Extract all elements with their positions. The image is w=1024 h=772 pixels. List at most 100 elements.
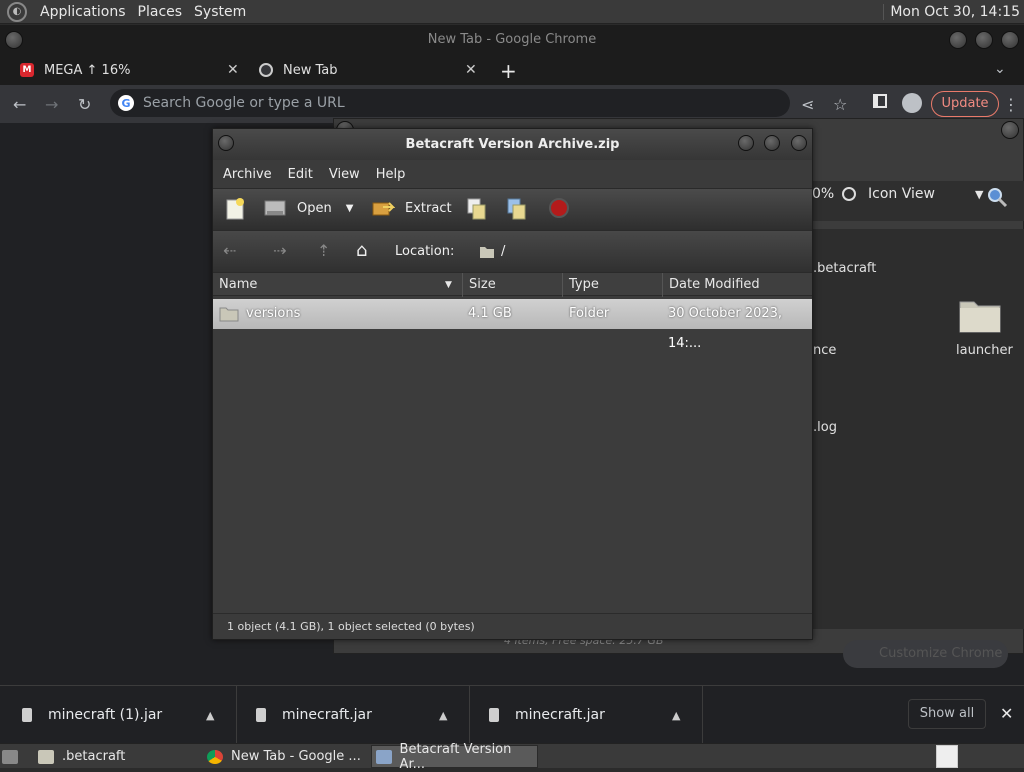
clock[interactable]: Mon Oct 30, 14:15 — [883, 4, 1020, 20]
column-date-modified[interactable]: Date Modified — [663, 273, 812, 297]
column-type[interactable]: Type — [563, 273, 663, 297]
window-menu-icon[interactable] — [5, 31, 23, 49]
download-shelf: minecraft (1).jar ▲ minecraft.jar ▲ mine… — [0, 685, 1024, 744]
open-button[interactable]: Open ▼ — [263, 197, 353, 219]
stop-button[interactable] — [548, 197, 570, 219]
close-tab-icon[interactable]: ✕ — [227, 62, 239, 78]
close-tab-icon[interactable]: ✕ — [465, 62, 477, 78]
omnibox[interactable]: G Search Google or type a URL — [110, 89, 790, 117]
tab-new-tab[interactable]: New Tab ✕ — [259, 55, 484, 85]
menu-system[interactable]: System — [188, 4, 252, 20]
menu-applications[interactable]: Applications — [34, 4, 132, 20]
bookmark-star-icon[interactable]: ☆ — [833, 95, 847, 114]
up-icon[interactable]: ⇡ — [317, 241, 330, 260]
reload-icon[interactable]: ↻ — [78, 95, 91, 114]
profile-avatar-icon[interactable] — [902, 93, 922, 113]
archive-titlebar: Betacraft Version Archive.zip — [213, 129, 812, 160]
new-archive-button[interactable] — [223, 197, 247, 221]
side-panel-icon[interactable] — [873, 94, 887, 108]
download-item[interactable]: minecraft.jar ▲ — [237, 686, 470, 744]
maximize-icon[interactable] — [764, 135, 780, 151]
download-item[interactable]: minecraft.jar ▲ — [470, 686, 703, 744]
open-archive-icon — [264, 200, 286, 216]
tab-search-chevron-icon[interactable]: ⌄ — [994, 61, 1006, 77]
chrome-tabstrip: M MEGA ↑ 16% ✕ New Tab ✕ + ⌄ — [0, 55, 1024, 85]
back-icon[interactable]: ⇠ — [223, 241, 236, 260]
tab-mega[interactable]: M MEGA ↑ 16% ✕ — [20, 55, 245, 85]
archive-toolbar: Open ▼ Extract — [213, 188, 812, 230]
stop-icon — [549, 198, 569, 218]
file-label-launcher[interactable]: launcher — [956, 343, 1013, 358]
taskbar-item-archive[interactable]: Betacraft Version Ar... — [371, 742, 538, 772]
chevron-up-icon[interactable]: ▲ — [672, 709, 680, 722]
file-type: Folder — [569, 306, 610, 321]
forward-icon[interactable]: ⇢ — [273, 241, 286, 260]
folder-icon[interactable] — [958, 296, 1002, 334]
new-tab-icon[interactable]: + — [500, 59, 517, 83]
download-item[interactable]: minecraft (1).jar ▲ — [0, 686, 237, 744]
file-icon — [256, 708, 266, 722]
tab-label: MEGA ↑ 16% — [44, 62, 131, 78]
folder-icon — [38, 749, 54, 764]
archive-location-bar: ⇠ ⇢ ⇡ ⌂ Location: / — [213, 230, 812, 272]
location-path[interactable]: / — [501, 244, 505, 259]
add-files-button[interactable] — [465, 197, 489, 221]
menu-help[interactable]: Help — [370, 167, 416, 182]
close-icon[interactable]: ✕ — [1000, 704, 1013, 723]
archive-menubar: Archive Edit View Help — [213, 160, 812, 188]
view-mode-label: Icon View — [868, 186, 935, 202]
open-dropdown-icon[interactable]: ▼ — [346, 203, 354, 214]
forward-icon[interactable]: → — [45, 95, 58, 114]
chrome-window-title: New Tab - Google Chrome — [427, 32, 597, 47]
chevron-up-icon[interactable]: ▲ — [206, 709, 214, 722]
taskbar-item-chrome[interactable]: New Tab - Google ... — [203, 745, 368, 768]
file-name: versions — [246, 306, 301, 321]
file-list[interactable]: versions 4.1 GB Folder 30 October 2023, … — [213, 299, 812, 613]
minimize-icon[interactable] — [738, 135, 754, 151]
add-folder-icon — [507, 198, 526, 220]
file-label-log[interactable]: .log — [813, 420, 837, 435]
dropdown-arrow-icon: ▼ — [974, 187, 984, 201]
archive-manager-window[interactable]: Betacraft Version Archive.zip Archive Ed… — [212, 128, 813, 640]
chrome-titlebar: New Tab - Google Chrome — [0, 25, 1024, 55]
workspace-switcher[interactable] — [936, 745, 958, 768]
share-icon[interactable]: ⋖ — [801, 95, 814, 114]
update-button[interactable]: Update — [931, 91, 999, 117]
maximize-icon[interactable] — [975, 31, 993, 49]
close-window-icon[interactable] — [1001, 121, 1019, 139]
show-all-button[interactable]: Show all — [908, 699, 986, 729]
table-row[interactable]: versions 4.1 GB Folder 30 October 2023, … — [213, 299, 812, 351]
close-window-icon[interactable] — [791, 135, 807, 151]
folder-icon — [480, 247, 494, 258]
add-folder-button[interactable] — [505, 197, 529, 221]
extract-button[interactable]: Extract — [371, 197, 452, 219]
sort-descending-icon: ▼ — [445, 280, 452, 290]
file-modified: 30 October 2023, 14:... — [668, 306, 783, 351]
archive-window-title: Betacraft Version Archive.zip — [405, 137, 620, 152]
menu-view[interactable]: View — [323, 167, 370, 182]
home-icon[interactable]: ⌂ — [356, 240, 367, 261]
download-filename: minecraft.jar — [515, 707, 605, 723]
search-icon[interactable] — [986, 186, 1008, 208]
view-mode-select[interactable]: 0% Icon View ▼ — [812, 186, 984, 202]
menu-archive[interactable]: Archive — [217, 167, 282, 182]
window-menu-icon[interactable] — [218, 135, 234, 151]
chrome-icon — [259, 63, 273, 77]
back-icon[interactable]: ← — [13, 95, 26, 114]
column-size[interactable]: Size — [463, 273, 563, 297]
file-label-partial[interactable]: nce — [813, 343, 836, 358]
menu-edit[interactable]: Edit — [282, 167, 323, 182]
taskbar-item-betacraft[interactable]: .betacraft — [34, 745, 199, 768]
open-label: Open — [297, 200, 332, 216]
customize-chrome-button[interactable]: Customize Chrome — [843, 640, 1008, 668]
minimize-icon[interactable] — [949, 31, 967, 49]
close-window-icon[interactable] — [1001, 31, 1019, 49]
menu-places[interactable]: Places — [132, 4, 189, 20]
file-label-betacraft[interactable]: .betacraft — [813, 261, 876, 276]
show-desktop-button[interactable] — [2, 745, 22, 768]
location-label: Location: — [395, 244, 455, 259]
chevron-up-icon[interactable]: ▲ — [439, 709, 447, 722]
mate-logo-icon[interactable]: ◐ — [7, 1, 27, 22]
column-name[interactable]: Name ▼ — [213, 273, 463, 297]
chrome-menu-icon[interactable]: ⋮ — [1003, 95, 1019, 114]
